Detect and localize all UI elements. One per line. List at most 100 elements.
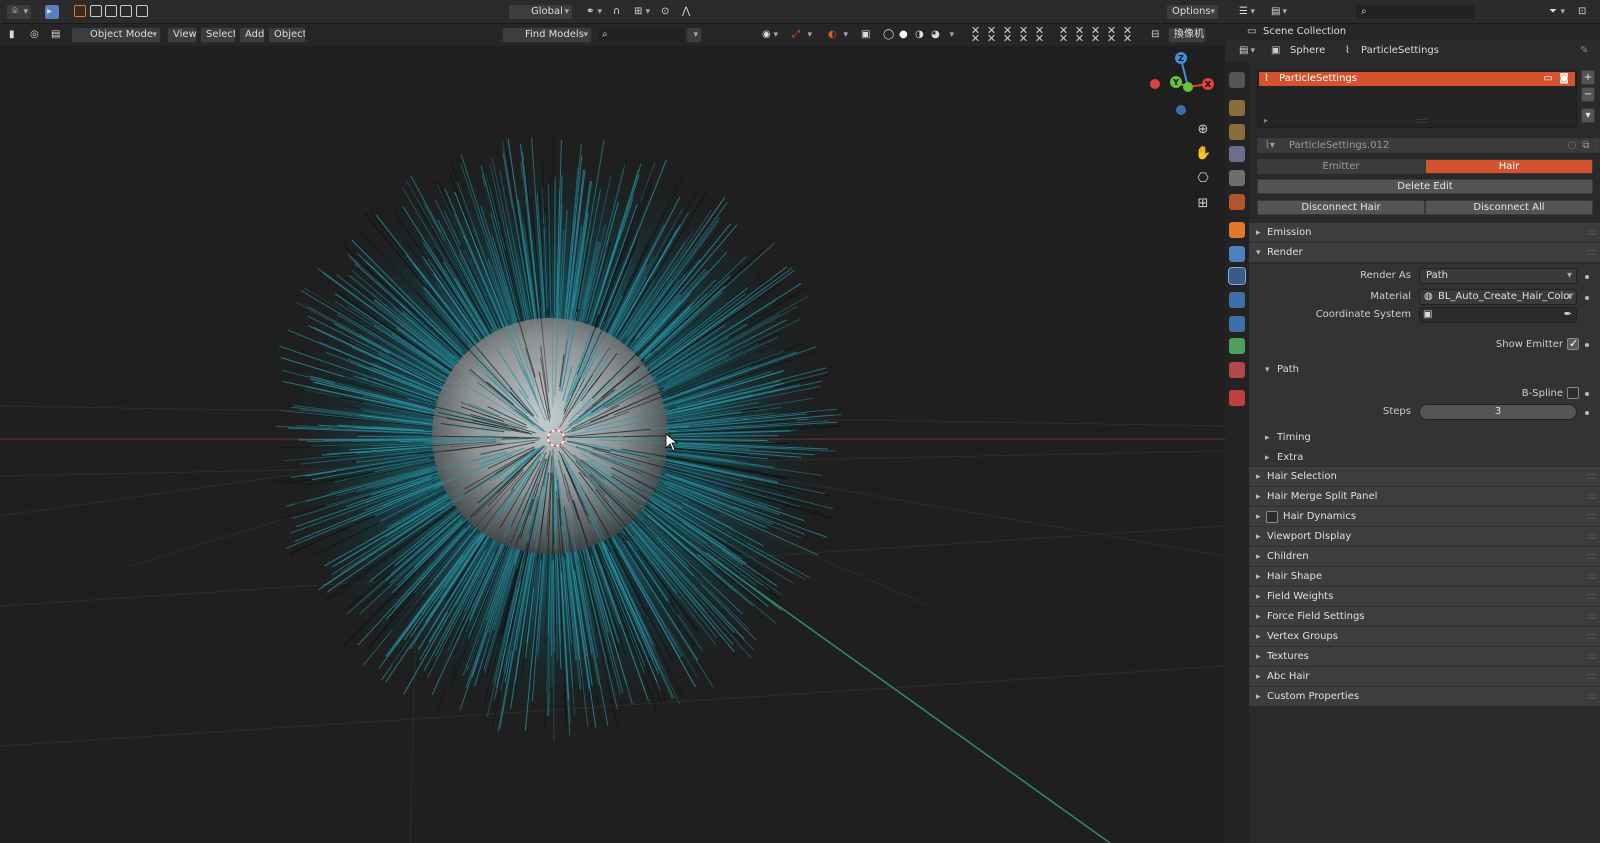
show-emitter-checkbox[interactable] — [1567, 337, 1579, 350]
select-invert-icon[interactable] — [120, 5, 132, 17]
pan-hand-icon[interactable]: ✋ — [1195, 146, 1211, 162]
pin-icon[interactable]: ✎ — [1580, 45, 1588, 56]
display-mode-dropdown[interactable]: ▤ — [1265, 4, 1291, 20]
modifier-tab-icon[interactable] — [1229, 246, 1245, 262]
breadcrumb-settings[interactable]: ParticleSettings — [1361, 45, 1439, 56]
pivot-point-dropdown[interactable]: ⚭ — [580, 4, 606, 20]
viewport-toggle-icon[interactable]: ▭ — [1544, 72, 1553, 86]
proportional-edit-toggle[interactable]: ⊙ — [660, 4, 674, 20]
render-region-icon[interactable]: ⊟ — [1150, 27, 1164, 43]
unlink-icon[interactable] — [1593, 138, 1600, 153]
steps-slider[interactable]: 3 — [1419, 404, 1577, 420]
extension-x-icon[interactable]: ✕ ✕ — [1106, 25, 1117, 44]
outliner-search-field[interactable]: ⌕ — [1355, 4, 1475, 20]
texture-tab-icon[interactable] — [1229, 390, 1245, 406]
3d-viewport[interactable]: Z X Y ⊕ ✋ ⎔ ⊞ — [0, 46, 1225, 843]
extension-x-icon[interactable]: ✕ ✕ — [1058, 25, 1069, 44]
disconnect-all-button[interactable]: Disconnect All — [1425, 200, 1593, 215]
visibility-dropdown[interactable]: ◉ — [756, 27, 782, 43]
object-mode-dropdown[interactable]: Object Mode — [71, 27, 161, 43]
gizmo-dropdown[interactable]: ⤢ — [786, 27, 816, 43]
tool-tab-icon[interactable] — [1229, 72, 1245, 88]
breadcrumb-object[interactable]: Sphere — [1290, 45, 1325, 56]
particle-settings-name-field[interactable]: ParticleSettings.012 — [1283, 138, 1565, 153]
extension-x-icon[interactable]: ✕ ✕ — [1018, 25, 1029, 44]
outliner-editor-type[interactable]: ☰ — [1233, 4, 1259, 20]
snap-toggle[interactable]: ∩ — [612, 4, 626, 20]
keyframe-dot-icon[interactable] — [1585, 275, 1589, 279]
navigation-gizmo[interactable]: Z X Y — [1150, 52, 1214, 115]
render-as-dropdown[interactable]: Path ▾ — [1419, 268, 1577, 284]
material-shading-button[interactable]: ◑ — [914, 27, 928, 43]
bspline-checkbox[interactable] — [1567, 387, 1579, 399]
search-options-dropdown[interactable] — [686, 27, 702, 43]
select-intersect-icon[interactable] — [136, 5, 148, 17]
hair-dynamics-checkbox[interactable] — [1266, 511, 1278, 523]
panel-hair-shape[interactable]: Hair Shape:::: — [1249, 566, 1600, 587]
zoom-icon[interactable]: ⊕ — [1195, 122, 1211, 138]
resize-grip-icon[interactable]: :::: — [1416, 116, 1427, 125]
object-tab-icon[interactable] — [1229, 222, 1245, 238]
output-tab-icon[interactable] — [1229, 124, 1245, 140]
panel-render[interactable]: Render:::: — [1249, 242, 1600, 263]
gizmo-neg-z-icon[interactable] — [1176, 105, 1186, 115]
render-toggle-icon[interactable]: ◙ — [1559, 72, 1569, 86]
panel-textures[interactable]: Textures:::: — [1249, 646, 1600, 667]
camera-button[interactable]: 換像机 — [1168, 27, 1206, 43]
select-extend-icon[interactable] — [90, 5, 102, 17]
menu-select[interactable]: Select — [200, 27, 236, 43]
view-layer-tab-icon[interactable] — [1229, 146, 1245, 162]
perspective-grid-icon[interactable]: ⊞ — [1195, 196, 1211, 212]
coordinate-system-field[interactable]: ▣ ✒ — [1419, 307, 1577, 323]
slot-menu-button[interactable]: ▾ — [1581, 108, 1595, 123]
panel-force-field-settings[interactable]: Force Field Settings:::: — [1249, 606, 1600, 627]
particle-system-list[interactable]: ⌇ ParticleSettings ▭ ◙ ▸ :::: — [1257, 70, 1577, 128]
camera-settings-icon[interactable]: ◎ — [29, 27, 43, 43]
keyframe-dot-icon[interactable] — [1585, 296, 1589, 300]
render-tab-icon[interactable] — [1229, 100, 1245, 116]
particles-tab-icon[interactable] — [1228, 267, 1246, 285]
falloff-dropdown[interactable]: ⋀ — [676, 4, 702, 20]
scene-tab-icon[interactable] — [1229, 170, 1245, 186]
fake-user-icon[interactable]: ◌ — [1565, 138, 1579, 153]
overlays-dropdown[interactable]: ◐ — [822, 27, 852, 43]
extension-x-icon[interactable]: ✕ ✕ — [986, 25, 997, 44]
keyframe-dot-icon[interactable] — [1585, 343, 1589, 347]
constraints-tab-icon[interactable] — [1229, 316, 1245, 332]
extension-x-icon[interactable]: ✕ ✕ — [970, 25, 981, 44]
type-hair-button[interactable]: Hair — [1425, 159, 1593, 174]
delete-edit-button[interactable]: Delete Edit — [1257, 179, 1593, 194]
rendered-shading-button[interactable]: ◕ — [930, 27, 944, 43]
menu-add[interactable]: Add — [239, 27, 265, 43]
type-emitter-button[interactable]: Emitter — [1257, 159, 1425, 174]
material-tab-icon[interactable] — [1229, 362, 1245, 378]
world-tab-icon[interactable] — [1229, 194, 1245, 210]
select-box-icon[interactable] — [74, 5, 86, 17]
solid-shading-button[interactable]: ● — [898, 27, 912, 43]
menu-view[interactable]: View — [167, 27, 197, 43]
menu-object[interactable]: Object — [268, 27, 306, 43]
display-icon[interactable]: ▤ — [50, 27, 64, 43]
expand-icon[interactable]: ▸ — [1264, 116, 1268, 125]
subpanel-extra[interactable]: Extra — [1257, 448, 1600, 468]
snap-target-dropdown[interactable]: ⊞ — [628, 4, 654, 20]
find-models-dropdown[interactable]: Find Models — [502, 27, 592, 43]
transform-orientation-dropdown[interactable]: Global — [508, 4, 573, 20]
subpanel-path[interactable]: Path — [1257, 360, 1600, 380]
settings-browse-button[interactable]: ⌇▾ — [1257, 138, 1283, 153]
properties-editor-type[interactable]: ▤ — [1233, 43, 1259, 59]
filter-dropdown[interactable]: ⏷ — [1543, 4, 1569, 20]
physics-tab-icon[interactable] — [1229, 292, 1245, 308]
search-field[interactable]: ⌕ — [596, 27, 686, 43]
material-dropdown[interactable]: ◍ BL_Auto_Create_Hair_Color ▾ — [1419, 289, 1577, 305]
options-dropdown[interactable]: Options — [1166, 4, 1219, 20]
panel-viewport-display[interactable]: Viewport Display:::: — [1249, 526, 1600, 547]
keyframe-dot-icon[interactable] — [1585, 411, 1589, 415]
extension-x-icon[interactable]: ✕ ✕ — [1122, 25, 1133, 44]
list-item[interactable]: ⌇ ParticleSettings ▭ ◙ — [1259, 72, 1575, 86]
panel-emission[interactable]: Emission:::: — [1249, 222, 1600, 243]
extension-x-icon[interactable]: ✕ ✕ — [1090, 25, 1101, 44]
panel-hair-dynamics[interactable]: Hair Dynamics:::: — [1249, 506, 1600, 527]
keyframe-dot-icon[interactable] — [1585, 392, 1589, 396]
gizmo-neg-x-icon[interactable] — [1150, 79, 1160, 89]
